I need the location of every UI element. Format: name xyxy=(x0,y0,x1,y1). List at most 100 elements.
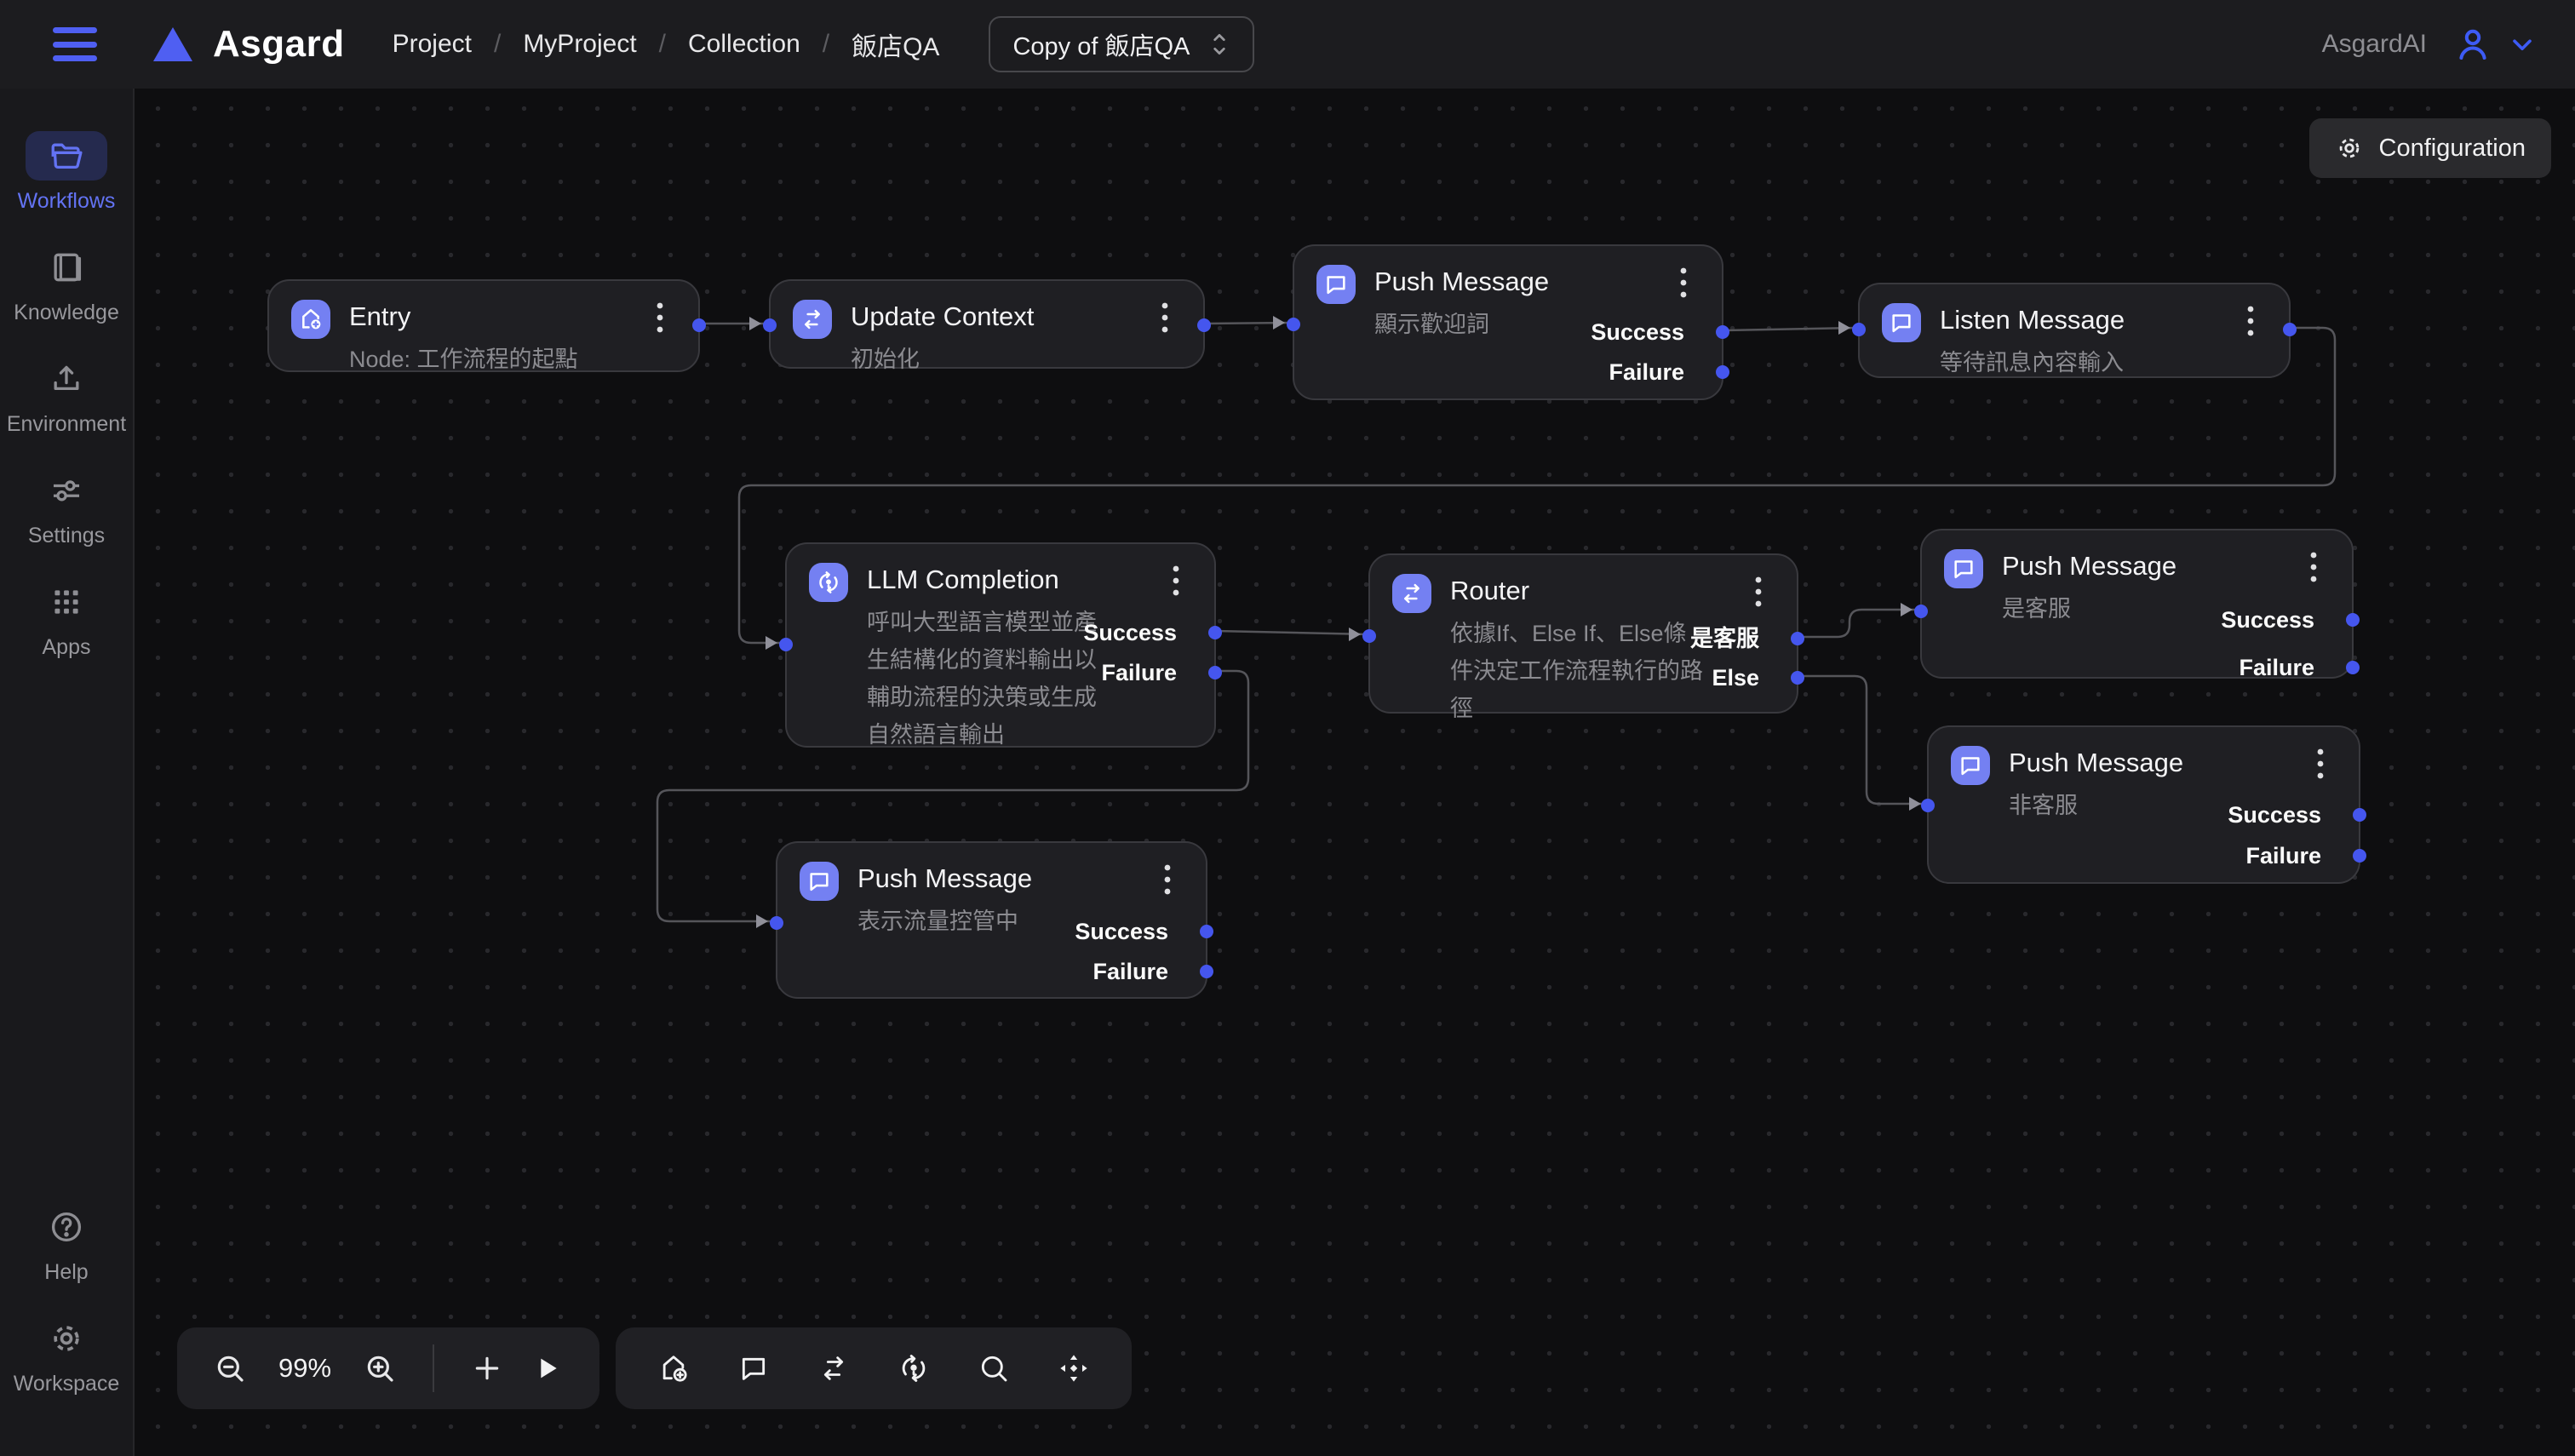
output-label: Failure xyxy=(1609,358,1684,387)
workflow-canvas[interactable]: Configuration 99% xyxy=(135,89,2575,1456)
output-port-success[interactable] xyxy=(1208,626,1222,639)
search-button[interactable] xyxy=(977,1351,1011,1385)
connection-arrowhead xyxy=(749,317,761,330)
chevron-down-icon xyxy=(2507,29,2538,60)
output-port-success[interactable] xyxy=(1200,925,1213,938)
output-label: Failure xyxy=(1093,957,1168,986)
node-menu-button[interactable] xyxy=(2236,303,2265,339)
node-push-message-cs[interactable]: Push Message是客服SuccessFailure xyxy=(1920,529,2354,679)
node-menu-button[interactable] xyxy=(1669,265,1698,301)
zoom-toolbar: 99% xyxy=(177,1327,599,1409)
output-port-else[interactable] xyxy=(1791,671,1804,685)
node-title: Router xyxy=(1450,576,1529,606)
node-listen-message[interactable]: Listen Message等待訊息內容輸入 xyxy=(1858,283,2291,378)
connection-router-cs-to-push-cs xyxy=(1798,610,1920,637)
sliders-icon xyxy=(26,466,107,515)
chat-icon xyxy=(1882,303,1921,342)
node-menu-button[interactable] xyxy=(2306,746,2335,782)
input-port[interactable] xyxy=(1362,629,1376,643)
add-router-node-button[interactable] xyxy=(817,1351,851,1385)
sidebar-item-help[interactable]: Help xyxy=(0,1202,133,1285)
node-menu-button[interactable] xyxy=(645,300,674,335)
chat-icon xyxy=(1316,265,1356,304)
menu-button[interactable] xyxy=(53,27,97,61)
sidebar-item-label: Workspace xyxy=(14,1372,120,1396)
input-port[interactable] xyxy=(763,318,777,332)
zoom-out-icon xyxy=(213,1351,247,1385)
node-push-message-traffic[interactable]: Push Message表示流量控管中SuccessFailure xyxy=(776,841,1207,999)
node-llm-completion[interactable]: LLM Completion呼叫大型語言模型並產生結構化的資料輸出以輔助流程的決… xyxy=(785,542,1216,748)
input-port[interactable] xyxy=(770,916,783,930)
user-menu-chevron[interactable] xyxy=(2507,29,2538,60)
plus-icon xyxy=(470,1351,504,1385)
output-port-failure[interactable] xyxy=(2353,849,2366,863)
input-port[interactable] xyxy=(1921,799,1935,812)
exchange-icon xyxy=(793,300,832,339)
upload-icon xyxy=(26,354,107,404)
output-label: Failure xyxy=(2245,841,2321,870)
sidebar-item-settings[interactable]: Settings xyxy=(0,466,133,548)
output-label: Failure xyxy=(2239,653,2314,682)
node-menu-button[interactable] xyxy=(1153,862,1182,897)
node-entry[interactable]: EntryNode: 工作流程的起點 xyxy=(267,279,700,372)
sidebar-item-workspace[interactable]: Workspace xyxy=(0,1314,133,1396)
output-port-是客服[interactable] xyxy=(1791,632,1804,645)
node-menu-button[interactable] xyxy=(1161,563,1190,599)
node-subtitle: 非客服 xyxy=(2009,787,2078,824)
pan-mode-button[interactable] xyxy=(1057,1351,1091,1385)
output-port-failure[interactable] xyxy=(2346,661,2360,674)
select-updown-icon xyxy=(1208,30,1230,59)
add-llm-node-button[interactable] xyxy=(897,1351,931,1385)
breadcrumb-item-myproject[interactable]: MyProject xyxy=(523,30,636,59)
user-avatar-button[interactable] xyxy=(2452,24,2493,65)
input-port[interactable] xyxy=(779,638,793,651)
add-button[interactable] xyxy=(470,1351,504,1385)
output-port[interactable] xyxy=(2283,323,2297,336)
output-port-failure[interactable] xyxy=(1200,965,1213,978)
output-port[interactable] xyxy=(692,318,706,332)
output-label: Success xyxy=(2221,605,2314,634)
sidebar: Workflows Knowledge Environment Settings App… xyxy=(0,89,135,1456)
output-port-success[interactable] xyxy=(1716,325,1729,339)
node-push-message-noncs[interactable]: Push Message非客服SuccessFailure xyxy=(1927,725,2360,884)
node-title: Entry xyxy=(349,301,410,332)
output-port-failure[interactable] xyxy=(1208,666,1222,679)
output-label: Success xyxy=(1591,318,1684,347)
run-workflow-button[interactable] xyxy=(530,1351,564,1385)
input-port[interactable] xyxy=(1852,323,1866,336)
node-router[interactable]: Router依據If、Else If、Else條件決定工作流程執行的路徑是客服E… xyxy=(1368,553,1798,714)
output-port-failure[interactable] xyxy=(1716,365,1729,379)
output-port[interactable] xyxy=(1197,318,1211,332)
node-menu-button[interactable] xyxy=(1744,574,1773,610)
add-message-node-button[interactable] xyxy=(737,1351,771,1385)
node-title: Push Message xyxy=(857,863,1032,894)
node-subtitle: 依據If、Else If、Else條件決定工作流程執行的路徑 xyxy=(1450,615,1703,727)
chat-icon xyxy=(800,862,839,901)
node-push-message-welcome[interactable]: Push Message顯示歡迎詞SuccessFailure xyxy=(1293,244,1723,400)
user-name: AsgardAI xyxy=(2322,30,2427,59)
configuration-button[interactable]: Configuration xyxy=(2309,118,2552,178)
connection-update-context-to-push-welcome xyxy=(1205,323,1293,324)
add-entry-node-button[interactable] xyxy=(657,1351,691,1385)
breadcrumb-item-collection[interactable]: Collection xyxy=(688,30,800,59)
toolbar-divider xyxy=(433,1344,434,1392)
sidebar-item-apps[interactable]: Apps xyxy=(0,577,133,660)
zoom-in-button[interactable] xyxy=(363,1351,397,1385)
output-port-success[interactable] xyxy=(2346,613,2360,627)
workflow-version-select[interactable]: Copy of 飯店QA xyxy=(989,16,1254,72)
sidebar-item-knowledge[interactable]: Knowledge xyxy=(0,243,133,325)
node-update-context[interactable]: Update Context初始化 xyxy=(769,279,1205,369)
exchange-icon xyxy=(1392,574,1431,613)
sidebar-item-workflows[interactable]: Workflows xyxy=(0,131,133,214)
node-menu-button[interactable] xyxy=(2299,549,2328,585)
breadcrumb-item-飯店qa[interactable]: 飯店QA xyxy=(852,26,939,63)
output-port-success[interactable] xyxy=(2353,808,2366,822)
input-port[interactable] xyxy=(1914,605,1928,618)
zoom-out-button[interactable] xyxy=(213,1351,247,1385)
output-label: Failure xyxy=(1101,658,1177,687)
input-port[interactable] xyxy=(1287,318,1300,331)
breadcrumb-item-project[interactable]: Project xyxy=(393,30,472,59)
node-title: Push Message xyxy=(2009,748,2183,778)
sidebar-item-environment[interactable]: Environment xyxy=(0,354,133,437)
node-menu-button[interactable] xyxy=(1150,300,1179,335)
